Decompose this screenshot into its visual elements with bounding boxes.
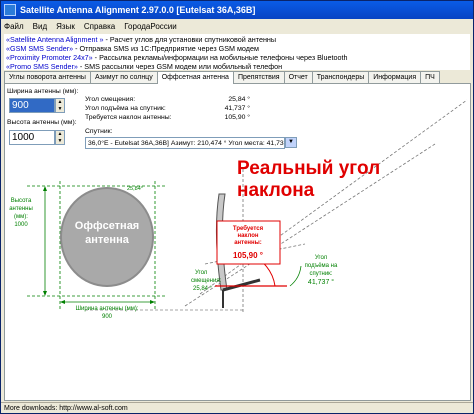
svg-text:антенны: антенны — [9, 206, 33, 212]
offset-ref-line — [204, 243, 306, 265]
promo-line: «Satellite Antenna Alignment » - Расчет … — [6, 35, 277, 44]
svg-text:подъёма на: подъёма на — [305, 263, 338, 269]
satellite-guide-line — [184, 143, 436, 307]
satellite-select[interactable]: 36,0°E - Eutelsat 36A,36B] Азимут: 210,4… — [85, 137, 285, 149]
tab-info[interactable]: Информация — [368, 71, 422, 83]
width-dim-label: Ширина антенны (мм): — [75, 306, 138, 312]
offset-angle-value: 25,84 ° — [228, 96, 250, 103]
tab-report[interactable]: Отчет — [283, 71, 313, 83]
tab-obstacles[interactable]: Препятствия — [232, 71, 285, 83]
real-tilt-caption-2: наклона — [237, 180, 315, 201]
chevron-down-icon[interactable]: ▼ — [285, 137, 297, 148]
menu-file[interactable]: Файл — [4, 22, 24, 31]
required-tilt-label: Требуется наклон антенны: — [85, 114, 172, 121]
tab-offset-antenna[interactable]: Оффсетная антенна — [156, 71, 234, 84]
offset-antenna-panel: Ширина антенны (мм): 900 ▲ ▼ Высота антен… — [4, 83, 471, 401]
promo-link[interactable]: «Promo SMS Sender» — [6, 62, 78, 70]
satellite-label: Спутник: — [85, 128, 113, 135]
menu-language[interactable]: Язык — [56, 22, 75, 31]
promo-link[interactable]: «GSM SMS Sender» — [6, 44, 73, 53]
elevation-label: Угол подъёма на спутник: — [85, 105, 166, 112]
tab-rotation-angles[interactable]: Углы поворота антенны — [4, 71, 91, 83]
offset-antenna-diagram: Оффсетная антенна Высота антенны (мм): 1… — [9, 99, 468, 320]
svg-text:41,737 °: 41,737 ° — [308, 278, 334, 286]
menu-bar: Файл Вид Язык Справка ГородаРоссии — [1, 19, 473, 33]
dish-label-2: антенна — [85, 234, 130, 246]
offset-guide-line — [199, 99, 468, 295]
satellite-app-icon — [4, 4, 16, 16]
width-input[interactable]: 900 — [9, 98, 55, 113]
small-angle-label: 25,84° — [127, 186, 143, 192]
elevation-arc — [289, 265, 302, 287]
dish-mount-arm — [222, 278, 261, 292]
dish-label-1: Оффсетная — [75, 220, 139, 232]
svg-text:наклон: наклон — [237, 233, 258, 239]
height-label: Высота антенны (мм): — [7, 119, 77, 126]
elevation-value: 41,737 ° — [224, 105, 250, 112]
tab-strip: Углы поворота антенны Азимут по солнцу О… — [4, 71, 472, 84]
svg-text:смещения:: смещения: — [191, 278, 222, 284]
height-spinner[interactable]: ▲ ▼ — [55, 130, 65, 145]
menu-russian-cities[interactable]: ГородаРоссии — [124, 22, 176, 31]
svg-text:антенны:: антенны: — [234, 240, 262, 246]
status-bar: More downloads: http://www.al-soft.com — [1, 402, 473, 413]
svg-text:(мм):: (мм): — [14, 214, 28, 220]
promo-line: «Promo SMS Sender» - SMS рассылки через … — [6, 62, 283, 70]
height-input[interactable]: 1000 — [9, 130, 55, 145]
tab-sun-azimuth[interactable]: Азимут по солнцу — [89, 71, 158, 83]
app-window: Satellite Antenna Alignment 2.97.0.0 [Eu… — [0, 0, 474, 414]
tilt-arc — [248, 253, 276, 287]
tab-transponders[interactable]: Транспондеры — [311, 71, 370, 83]
real-tilt-caption: Реальный угол — [237, 158, 380, 179]
tab-if[interactable]: ПЧ — [420, 71, 440, 83]
spin-down-icon[interactable]: ▼ — [56, 106, 64, 113]
tilt-value: 105,90 ° — [233, 251, 263, 260]
window-title: Satellite Antenna Alignment 2.97.0.0 [Eu… — [20, 5, 256, 15]
promo-line: «Proximity Promoter 24x7» - Рассылка рек… — [6, 53, 348, 62]
promo-box: «Satellite Antenna Alignment » - Расчет … — [4, 34, 470, 70]
dish-front-view — [60, 187, 154, 287]
offset-angle-label: Угол смещения: — [85, 96, 136, 103]
width-spinner[interactable]: ▲ ▼ — [55, 98, 65, 113]
promo-line: «GSM SMS Sender» - Отправка SMS из 1С:Пр… — [6, 44, 259, 53]
offset-angle-caption: Угол — [195, 270, 208, 276]
promo-link[interactable]: «Satellite Antenna Alignment » — [6, 35, 104, 44]
menu-help[interactable]: Справка — [84, 22, 115, 31]
title-bar[interactable]: Satellite Antenna Alignment 2.97.0.0 [Eu… — [1, 1, 473, 19]
svg-text:900: 900 — [102, 314, 113, 320]
svg-text:спутник:: спутник: — [310, 271, 333, 277]
menu-view[interactable]: Вид — [33, 22, 47, 31]
tilt-box — [216, 220, 281, 265]
width-label: Ширина антенны (мм): — [7, 88, 79, 95]
spin-down-icon[interactable]: ▼ — [56, 138, 64, 145]
svg-text:1000: 1000 — [14, 222, 28, 228]
elevation-caption: Угол — [315, 255, 328, 261]
required-tilt-value: 105,90 ° — [224, 114, 250, 121]
promo-link[interactable]: «Proximity Promoter 24x7» — [6, 53, 93, 62]
svg-text:Требуется: Требуется — [233, 225, 264, 232]
svg-text:25,84 °: 25,84 ° — [193, 286, 213, 292]
height-dim-label: Высота — [11, 198, 32, 204]
dish-side-view — [215, 193, 228, 291]
